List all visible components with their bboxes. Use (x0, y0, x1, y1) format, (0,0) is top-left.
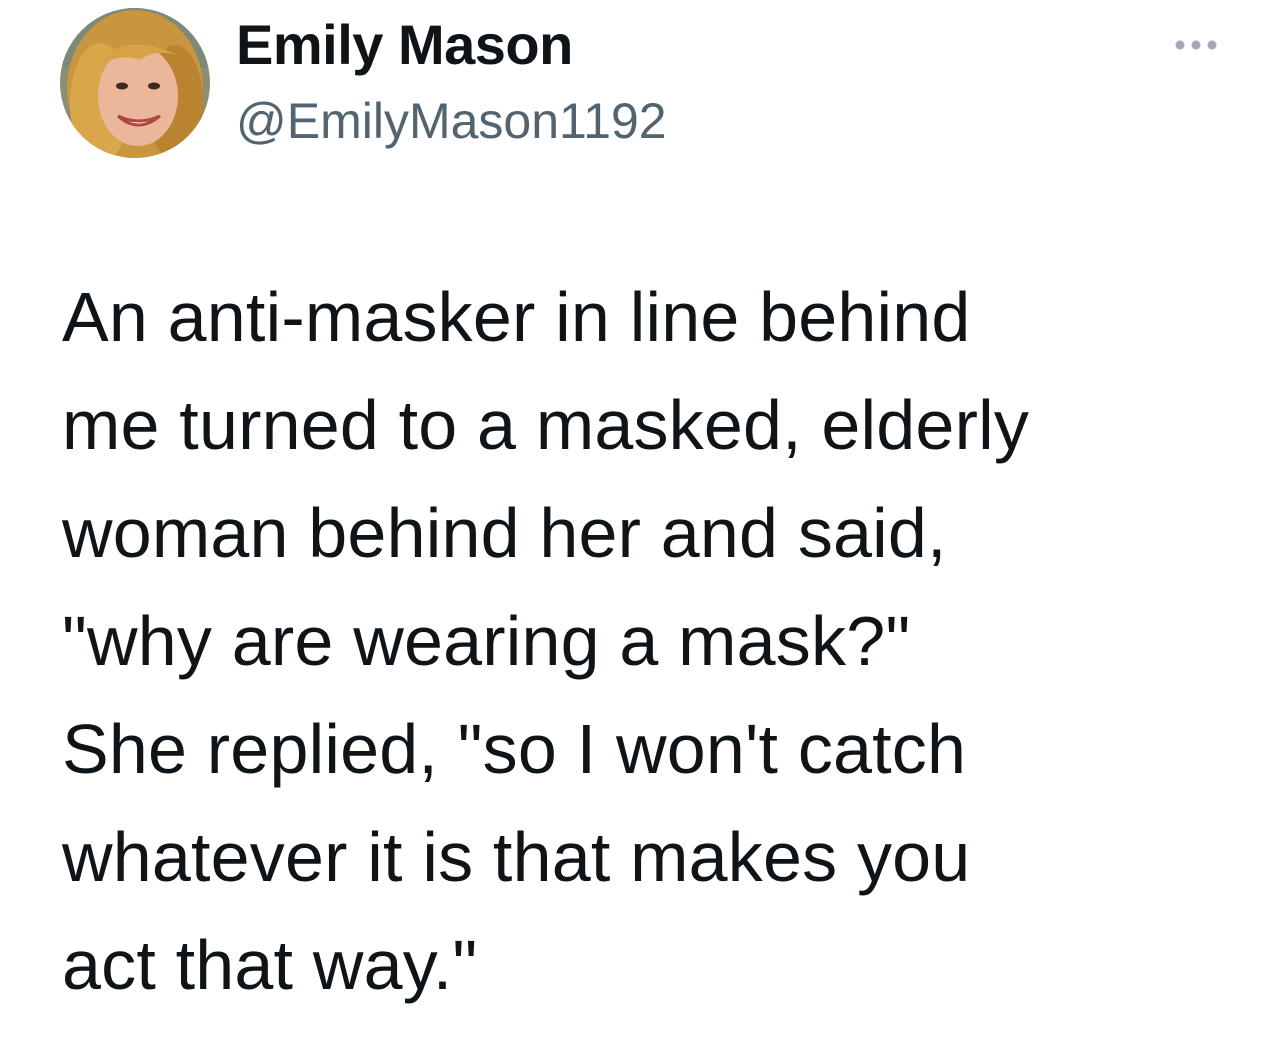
tweet-text-line: She replied, "so I won't catch (62, 710, 967, 788)
author-display-name[interactable]: Emily Mason (236, 10, 573, 80)
tweet-text-line: "why are wearing a mask?" (62, 602, 911, 680)
tweet-text: An anti-masker in line behind me turned … (62, 263, 1262, 1019)
more-options-button[interactable] (1168, 30, 1224, 60)
tweet-text-line: me turned to a masked, elderly (62, 386, 1030, 464)
avatar-image (60, 8, 210, 158)
more-horizontal-icon (1175, 40, 1217, 50)
tweet-text-line: act that way." (62, 926, 478, 1004)
tweet-card: Emily Mason @EmilyMason1192 An anti-mask… (0, 0, 1284, 1054)
author-handle[interactable]: @EmilyMason1192 (236, 88, 667, 154)
tweet-text-line: whatever it is that makes you (62, 818, 971, 896)
author-avatar[interactable] (60, 8, 210, 158)
tweet-text-line: woman behind her and said, (62, 494, 947, 572)
tweet-text-line: An anti-masker in line behind (62, 278, 971, 356)
